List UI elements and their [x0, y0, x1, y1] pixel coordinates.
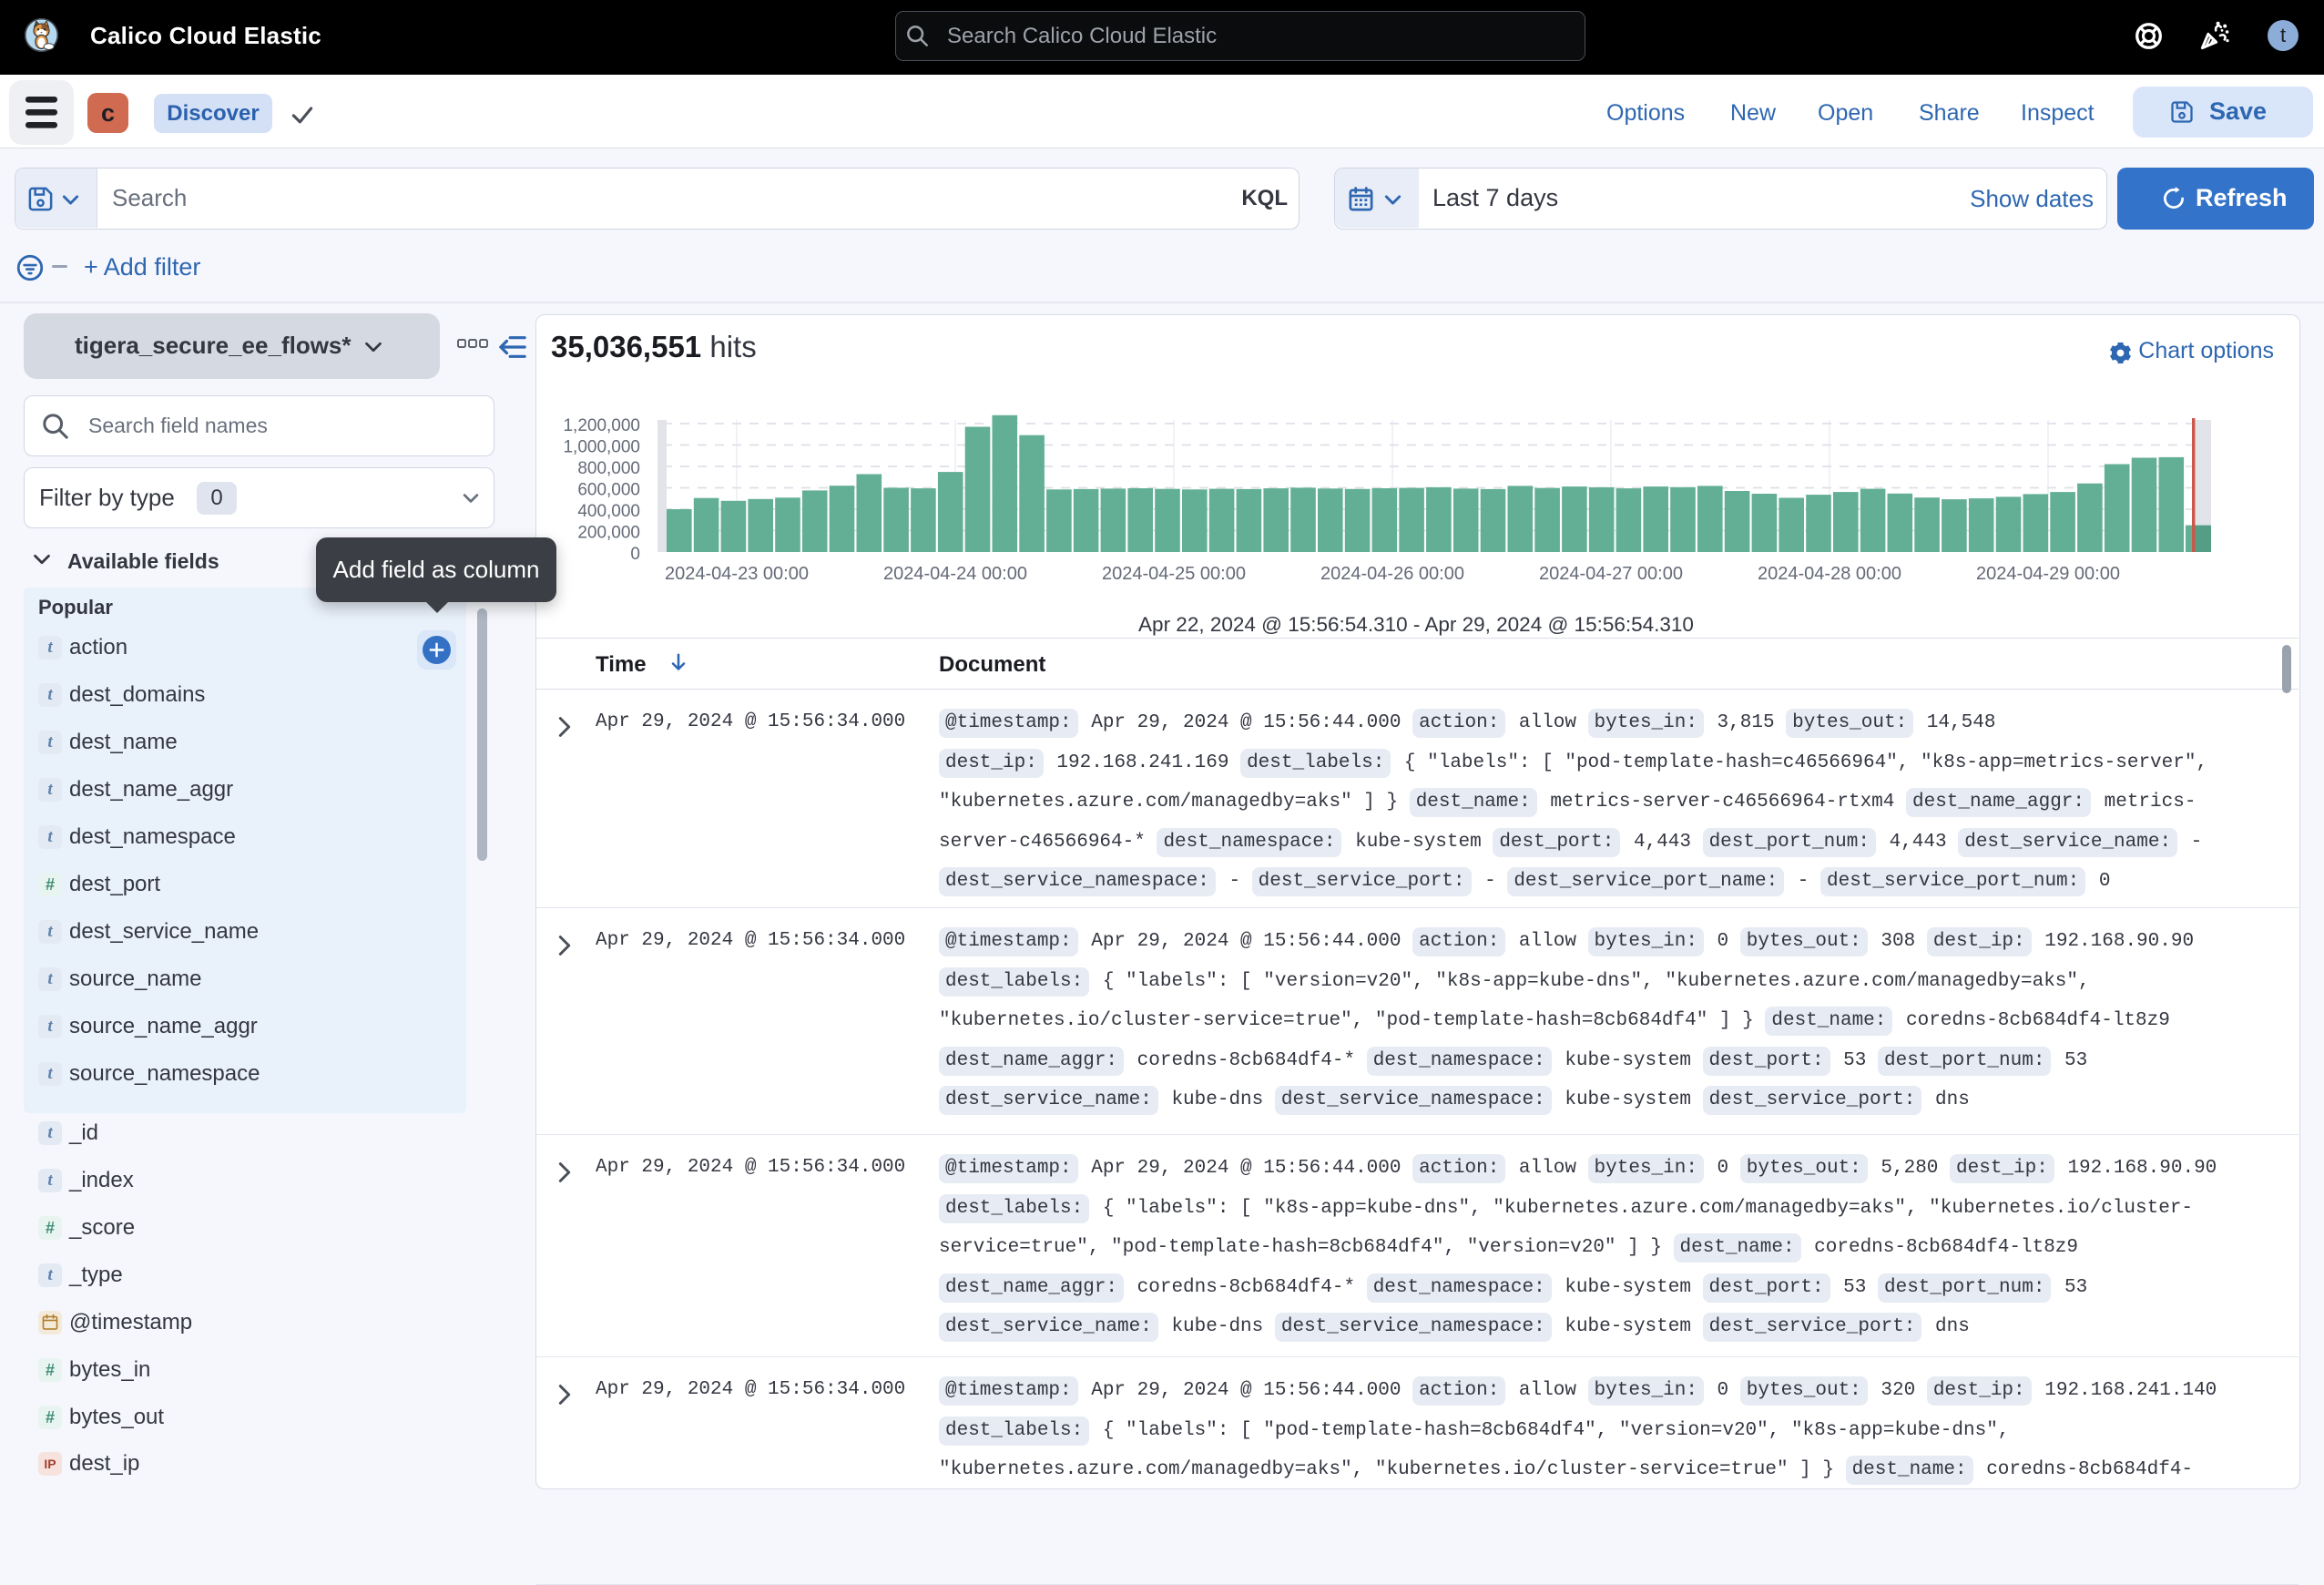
svg-text:2024-04-27 00:00: 2024-04-27 00:00	[1539, 564, 1683, 584]
svg-text:2024-04-23 00:00: 2024-04-23 00:00	[665, 564, 809, 584]
svg-text:2024-04-29 00:00: 2024-04-29 00:00	[1976, 564, 2120, 584]
svg-text:200,000: 200,000	[577, 524, 640, 543]
svg-text:2024-04-28 00:00: 2024-04-28 00:00	[1758, 564, 1901, 584]
svg-text:1,000,000: 1,000,000	[563, 438, 640, 457]
svg-text:600,000: 600,000	[577, 481, 640, 500]
svg-text:Apr 22, 2024 @ 15:56:54.310 -: Apr 22, 2024 @ 15:56:54.310 - Apr 29, 20…	[1138, 613, 1694, 636]
svg-text:0: 0	[630, 545, 640, 564]
svg-text:800,000: 800,000	[577, 459, 640, 478]
svg-text:1,200,000: 1,200,000	[563, 416, 640, 435]
svg-text:2024-04-24 00:00: 2024-04-24 00:00	[883, 564, 1027, 584]
svg-text:2024-04-26 00:00: 2024-04-26 00:00	[1320, 564, 1464, 584]
svg-text:400,000: 400,000	[577, 502, 640, 521]
svg-text:2024-04-25 00:00: 2024-04-25 00:00	[1102, 564, 1246, 584]
